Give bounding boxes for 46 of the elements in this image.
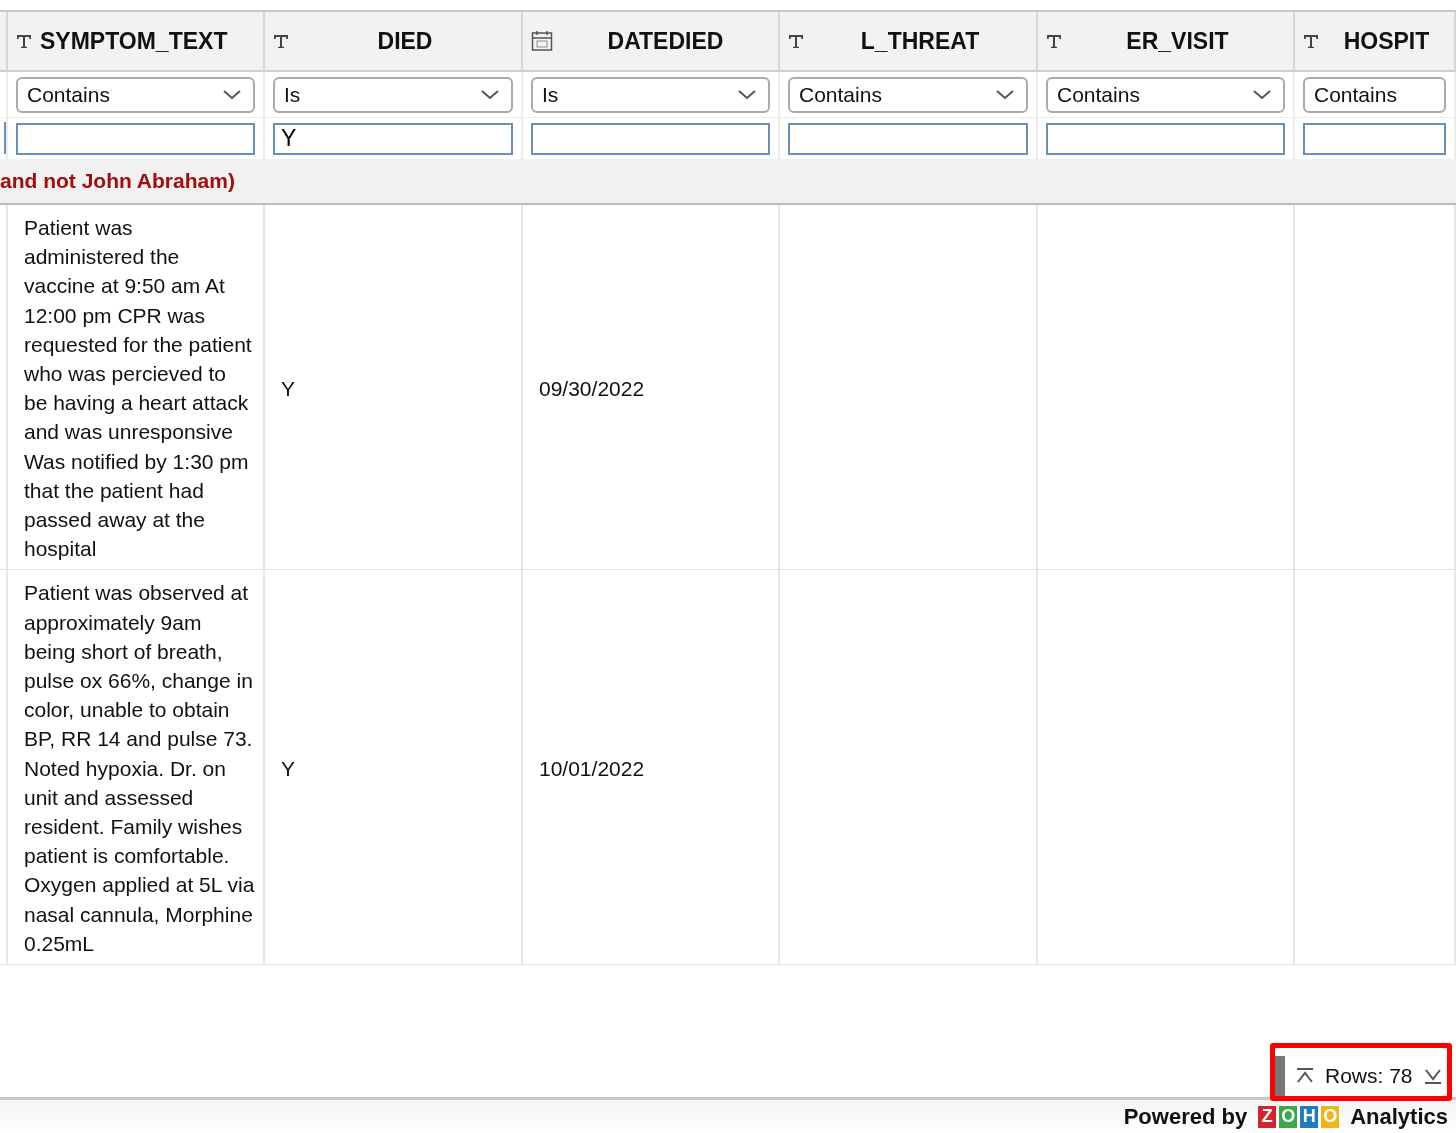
filter-input[interactable] xyxy=(531,122,770,155)
column-header[interactable]: ER_VISIT xyxy=(1070,27,1285,55)
analytics-text: Analytics xyxy=(1350,1103,1448,1130)
chevron-down-icon xyxy=(738,89,756,100)
panel-handle[interactable] xyxy=(1275,1056,1285,1096)
powered-by-text: Powered by xyxy=(1123,1103,1248,1130)
scroll-bottom-icon[interactable] xyxy=(1422,1067,1443,1085)
operator-dropdown[interactable]: Contains xyxy=(16,76,255,113)
logo-letter: H xyxy=(1299,1104,1320,1129)
calendar-icon xyxy=(531,30,553,52)
chevron-down-icon xyxy=(223,89,241,100)
text-type-icon xyxy=(1046,33,1062,49)
logo-letter: O xyxy=(1278,1104,1299,1129)
operator-dropdown[interactable]: Contains xyxy=(1046,76,1285,113)
logo-letter: Z xyxy=(1257,1104,1278,1129)
table-cell-text: Y xyxy=(281,755,295,782)
logo-letter: O xyxy=(1320,1104,1341,1129)
operator-dropdown[interactable]: Is xyxy=(531,76,770,113)
chevron-down-icon xyxy=(1253,89,1271,100)
chevron-down-icon xyxy=(996,89,1014,100)
table-cell: Patient was administered the vaccine at 9:50 am At 12:00 pm CPR was requested for the patient who was percieved to be having a heart attack and was unresponsive Was notified by 1:30 pm that the patient had passed away at the hospital xyxy=(24,216,252,561)
table-cell-text: 10/01/2022 xyxy=(539,755,645,782)
table-cell-text: 09/30/2022 xyxy=(539,375,645,402)
table-cell-text: Y xyxy=(281,375,295,402)
filter-input[interactable]: Y xyxy=(273,122,513,155)
filter-input[interactable] xyxy=(1303,122,1446,155)
column-header[interactable]: HOSPIT xyxy=(1327,27,1446,55)
filter-input[interactable] xyxy=(16,122,255,155)
text-type-icon xyxy=(1303,33,1319,49)
text-type-icon xyxy=(273,33,289,49)
column-header[interactable]: DATEDIED xyxy=(561,27,770,55)
chevron-down-icon xyxy=(481,89,499,100)
text-type-icon xyxy=(788,33,804,49)
filter-input[interactable] xyxy=(1046,122,1285,155)
table-cell: Patient was observed at approximately 9am being short of breath, pulse ox 66%, change in color, unable to obtain BP, RR 14 and pulse 73. Noted hypoxia. Dr. on unit and assessed resident. Family wishes patient is comfortable. Oxygen applied at 5L via nasal cannula, Morphine 0.25mL xyxy=(24,581,255,955)
text-type-icon xyxy=(16,33,32,49)
group-banner: and not John Abraham) xyxy=(0,159,1456,205)
filter-input[interactable] xyxy=(788,122,1028,155)
scroll-top-icon[interactable] xyxy=(1295,1067,1315,1085)
column-header[interactable]: DIED xyxy=(297,27,513,55)
row-count: Rows: 78 xyxy=(1325,1064,1413,1088)
operator-dropdown[interactable]: Is xyxy=(273,76,513,113)
column-header[interactable]: L_THREAT xyxy=(812,27,1028,55)
column-header[interactable]: SYMPTOM_TEXT xyxy=(40,27,255,55)
operator-dropdown[interactable]: Contains xyxy=(1303,76,1446,113)
operator-dropdown[interactable]: Contains xyxy=(788,76,1028,113)
